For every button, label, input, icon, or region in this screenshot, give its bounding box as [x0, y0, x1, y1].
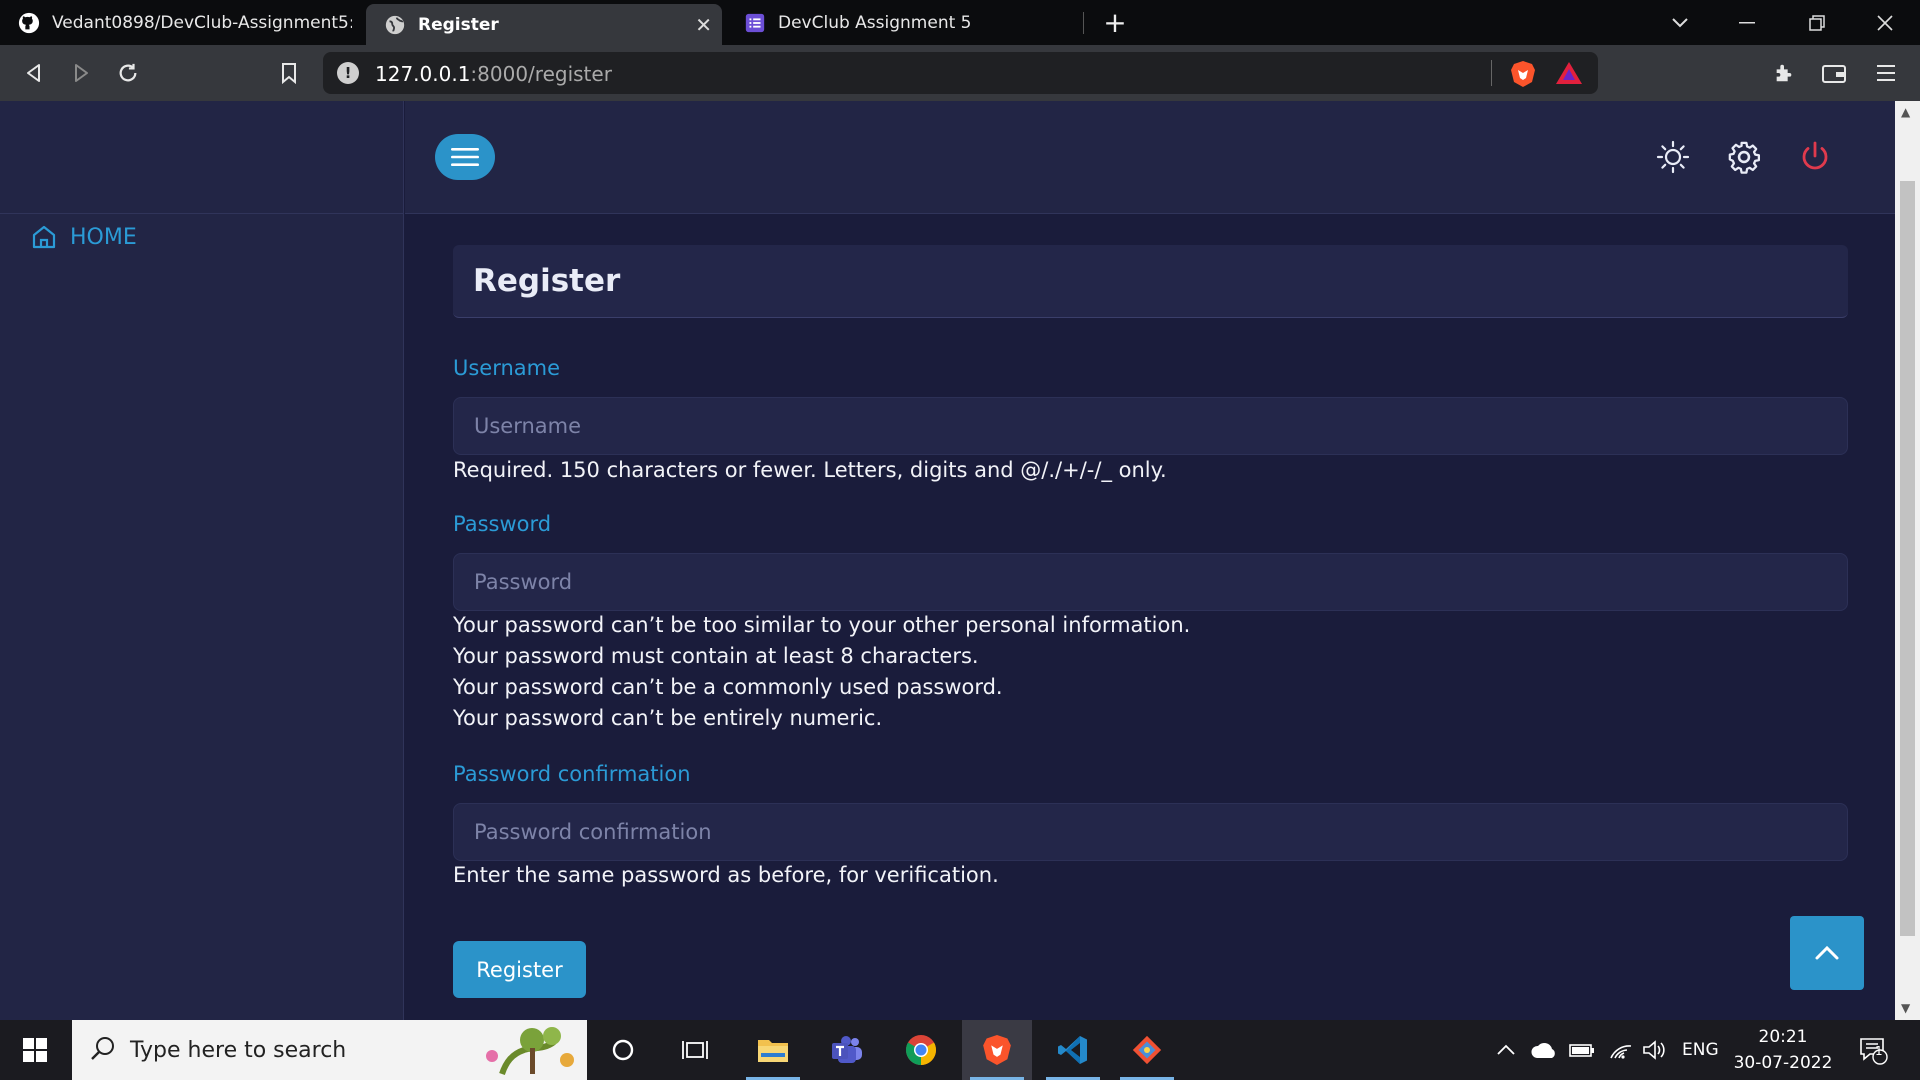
username-label: Username: [453, 356, 561, 380]
back-icon[interactable]: [18, 57, 50, 89]
taskbar-search-box[interactable]: Type here to search: [72, 1020, 587, 1080]
form-card-header: Register: [453, 245, 1848, 318]
scroll-to-top-button[interactable]: [1790, 916, 1864, 990]
search-icon: [90, 1035, 116, 1065]
form-icon: [744, 12, 766, 34]
username-input[interactable]: [453, 397, 1848, 455]
task-view-icon[interactable]: [660, 1020, 730, 1080]
sidebar-brand-area: [0, 101, 403, 214]
password-confirmation-help: Enter the same password as before, for v…: [453, 860, 999, 891]
chrome-icon[interactable]: [886, 1020, 956, 1080]
git-gui-icon[interactable]: [1112, 1020, 1182, 1080]
password-input[interactable]: [453, 553, 1848, 611]
sidebar-item-home[interactable]: HOME: [30, 223, 137, 251]
scroll-up-arrow-icon[interactable]: ▲: [1901, 105, 1910, 119]
tray-overflow-chevron-icon[interactable]: [1496, 1020, 1516, 1080]
app-header: [405, 101, 1895, 214]
scroll-down-arrow-icon[interactable]: ▼: [1901, 1001, 1910, 1015]
close-tab-icon[interactable]: ✕: [695, 13, 712, 37]
help-text: Enter the same password as before, for v…: [453, 863, 999, 887]
minimize-icon[interactable]: [1712, 0, 1782, 45]
url-path: :8000/register: [470, 62, 612, 86]
forward-icon[interactable]: [65, 57, 97, 89]
password-label: Password: [453, 512, 552, 536]
bookmark-icon[interactable]: [273, 57, 305, 89]
scrollbar-thumb[interactable]: [1900, 181, 1915, 936]
clock-time: 20:21: [1758, 1027, 1808, 1047]
password-confirmation-label: Password confirmation: [453, 762, 691, 786]
tab-separator: [1083, 12, 1084, 34]
tab-title: Register: [418, 14, 499, 35]
main-content: Register Username Required. 150 characte…: [405, 214, 1895, 1020]
tab-devclub[interactable]: DevClub Assignment 5: [726, 0, 1082, 45]
url-separator: [1491, 60, 1492, 86]
site-info-icon[interactable]: !: [337, 62, 359, 84]
sun-icon[interactable]: [1653, 137, 1693, 177]
help-text: Required. 150 characters or fewer. Lette…: [453, 458, 1167, 482]
reload-icon[interactable]: [112, 57, 144, 89]
volume-icon[interactable]: [1642, 1020, 1668, 1080]
teams-icon[interactable]: [812, 1020, 882, 1080]
tab-github[interactable]: Vedant0898/DevClub-Assignment5: Ba: [0, 0, 363, 45]
url-text[interactable]: 127.0.0.1:8000/register: [375, 62, 612, 86]
file-explorer-icon[interactable]: [738, 1020, 808, 1080]
browser-tab-strip: Vedant0898/DevClub-Assignment5: Ba Regis…: [0, 0, 1920, 45]
help-text: Your password must contain at least 8 ch…: [453, 644, 979, 668]
tab-search-chevron-icon[interactable]: [1645, 0, 1715, 45]
url-host: 127.0.0.1: [375, 62, 471, 86]
gear-icon[interactable]: [1724, 137, 1764, 177]
wallet-icon[interactable]: [1818, 57, 1850, 89]
windows-start-icon[interactable]: [0, 1020, 70, 1080]
brave-browser-icon[interactable]: [962, 1020, 1032, 1080]
address-bar[interactable]: ! 127.0.0.1:8000/register: [323, 52, 1598, 94]
restore-icon[interactable]: [1782, 0, 1852, 45]
page-title: Register: [473, 263, 621, 299]
chevron-up-icon: [1815, 945, 1839, 960]
tab-title: Vedant0898/DevClub-Assignment5: Ba: [52, 12, 352, 33]
notification-count-badge: 1: [1875, 1044, 1883, 1058]
github-icon: [18, 12, 40, 34]
username-help: Required. 150 characters or fewer. Lette…: [453, 455, 1167, 486]
globe-icon: [384, 14, 406, 36]
new-tab-button[interactable]: +: [1100, 8, 1130, 38]
search-highlight-icon: [472, 1026, 582, 1080]
sidebar-item-label: HOME: [70, 224, 137, 250]
brave-rewards-icon[interactable]: [1555, 61, 1583, 89]
register-button[interactable]: Register: [453, 941, 586, 998]
sidebar-toggle-button[interactable]: [435, 134, 495, 180]
vscode-icon[interactable]: [1038, 1020, 1108, 1080]
password-confirmation-input[interactable]: [453, 803, 1848, 861]
help-text: Your password can’t be too similar to yo…: [453, 613, 1191, 637]
clock-date: 30-07-2022: [1733, 1053, 1833, 1073]
menu-icon[interactable]: [1870, 57, 1902, 89]
cortana-icon[interactable]: [588, 1020, 658, 1080]
search-placeholder: Type here to search: [130, 1037, 347, 1063]
brave-shields-icon[interactable]: [1510, 60, 1536, 92]
browser-toolbar: ! 127.0.0.1:8000/register: [0, 45, 1920, 101]
onedrive-icon[interactable]: [1530, 1020, 1558, 1080]
home-icon: [30, 223, 58, 251]
tab-register[interactable]: Register ✕: [366, 4, 722, 45]
wifi-icon[interactable]: [1609, 1020, 1633, 1080]
close-window-icon[interactable]: [1850, 0, 1920, 45]
notification-center-icon[interactable]: 1: [1858, 1020, 1888, 1080]
help-text: Your password can’t be a commonly used p…: [453, 675, 1003, 699]
page-scrollbar[interactable]: ▲ ▼: [1895, 101, 1920, 1020]
help-text: Your password can’t be entirely numeric.: [453, 706, 883, 730]
battery-icon[interactable]: [1569, 1020, 1595, 1080]
taskbar-clock[interactable]: 20:21 30-07-2022: [1728, 1024, 1838, 1076]
windows-taskbar: Type here to search ENG 20:21 30-07-2022…: [0, 1020, 1920, 1080]
power-icon[interactable]: [1795, 137, 1835, 177]
language-indicator[interactable]: ENG: [1682, 1020, 1719, 1080]
hamburger-icon: [451, 148, 479, 166]
tab-title: DevClub Assignment 5: [778, 12, 972, 33]
app-sidebar: HOME: [0, 101, 404, 1020]
extensions-icon[interactable]: [1768, 57, 1800, 89]
password-help: Your password can’t be too similar to yo…: [453, 610, 1190, 734]
